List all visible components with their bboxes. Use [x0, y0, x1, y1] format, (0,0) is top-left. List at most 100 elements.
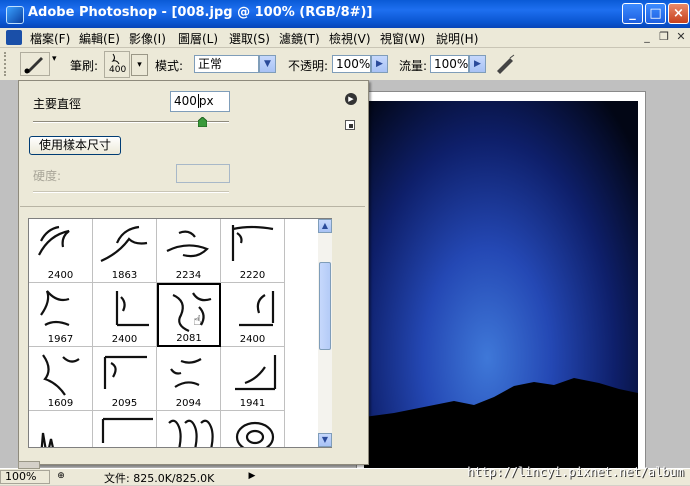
brush-shape-thumbnail: [115, 291, 149, 327]
new-preset-icon[interactable]: [345, 120, 355, 130]
scroll-down-button[interactable]: ▼: [318, 433, 332, 447]
tool-preset-arrow-icon[interactable]: ▾: [52, 54, 60, 64]
brush-shape-thumbnail: [166, 230, 209, 258]
brush-label: 筆刷:: [70, 59, 99, 73]
brush-shape-thumbnail: [38, 225, 70, 256]
opacity-slider-button[interactable]: ▶: [371, 55, 388, 73]
opacity-input[interactable]: 100%: [332, 55, 371, 73]
brush-preset-cell[interactable]: 2095: [93, 347, 157, 411]
brush-preset-cell[interactable]: 2400: [29, 219, 93, 283]
menu-help[interactable]: 說明(H): [436, 30, 478, 47]
minimize-button[interactable]: _: [622, 3, 643, 24]
brush-shape-thumbnail: [103, 355, 147, 389]
hill-silhouette-image: [364, 378, 638, 468]
brush-preset-cell[interactable]: 2234: [157, 219, 221, 283]
brush-preset-cell[interactable]: 2220: [221, 219, 285, 283]
brush-shape-thumbnail: [231, 225, 274, 261]
brush-shape-thumbnail: [40, 290, 70, 327]
brush-shape-thumbnail: [170, 358, 202, 388]
brush-shape-thumbnail: [101, 417, 153, 443]
diameter-unit: px: [198, 94, 214, 108]
doc-restore-icon[interactable]: ❐: [657, 30, 671, 44]
brush-preset-cell[interactable]: 1941: [221, 347, 285, 411]
brush-size-text: 400: [109, 65, 127, 75]
menu-view[interactable]: 檢視(V): [329, 30, 371, 47]
brush-size-label: 2220: [239, 270, 266, 281]
brush-preset-cell[interactable]: 1863: [93, 219, 157, 283]
brush-preset-cell[interactable]: 1609: [29, 347, 93, 411]
brush-preview[interactable]: 400: [104, 51, 130, 78]
brush-shape-thumbnail: [100, 225, 148, 263]
watermark-url: http://lincyi.pixnet.net/album: [467, 465, 684, 479]
brush-tool-preset-icon[interactable]: [20, 52, 50, 76]
close-button[interactable]: ×: [668, 3, 689, 24]
brush-size-label: 1863: [111, 270, 138, 281]
flow-input[interactable]: 100%: [430, 55, 469, 73]
panel-menu-arrow-icon[interactable]: ▶: [345, 93, 357, 105]
diameter-value: 400: [174, 94, 197, 108]
canvas-image[interactable]: [364, 101, 638, 468]
brush-preset-cell[interactable]: [93, 411, 157, 447]
zoom-field[interactable]: 100%: [0, 470, 50, 484]
brush-shape-thumbnail: [42, 354, 80, 396]
brush-size-label: 2400: [111, 334, 138, 345]
brush-size-label: 2400: [239, 334, 266, 345]
brush-size-label: 1609: [47, 398, 74, 409]
airbrush-icon[interactable]: [494, 53, 518, 75]
status-arrow-icon[interactable]: ▶: [246, 470, 258, 483]
menu-filter[interactable]: 濾鏡(T): [279, 30, 320, 47]
brush-preset-cell[interactable]: 2400: [93, 283, 157, 347]
menu-edit[interactable]: 編輯(E): [79, 30, 120, 47]
scroll-up-button[interactable]: ▲: [318, 219, 332, 233]
title-bar: Adobe Photoshop - [008.jpg @ 100% (RGB/8…: [0, 0, 690, 28]
brush-preset-cell[interactable]: 2081 ☝: [157, 283, 221, 347]
menu-window[interactable]: 視窗(W): [380, 30, 425, 47]
hardness-label: 硬度:: [33, 169, 62, 183]
mode-select[interactable]: 正常: [194, 55, 259, 73]
window-title: Adobe Photoshop - [008.jpg @ 100% (RGB/8…: [28, 5, 373, 20]
menu-select[interactable]: 選取(S): [229, 30, 270, 47]
doc-minimize-icon[interactable]: _: [640, 30, 654, 44]
menu-file[interactable]: 檔案(F): [30, 30, 70, 47]
use-sample-size-button[interactable]: 使用樣本尺寸: [29, 136, 121, 155]
brush-size-label: 2094: [175, 398, 202, 409]
brush-shape-thumbnail: [172, 292, 212, 333]
status-menu-icon[interactable]: ⊕: [54, 471, 68, 483]
brush-preset-cell[interactable]: [221, 411, 285, 447]
brush-shape-thumbnail: [239, 291, 275, 327]
menu-layer[interactable]: 圖層(L): [178, 30, 218, 47]
opacity-label: 不透明:: [288, 59, 329, 73]
hardness-slider-track: [33, 191, 229, 193]
brush-preset-cell[interactable]: 1967: [29, 283, 93, 347]
brush-preset-cell[interactable]: 2400: [221, 283, 285, 347]
diameter-label: 主要直徑: [33, 97, 82, 111]
mode-label: 模式:: [155, 59, 184, 73]
flow-slider-button[interactable]: ▶: [469, 55, 486, 73]
panel-divider: [20, 206, 365, 207]
brush-preset-cell[interactable]: 2094: [157, 347, 221, 411]
diameter-slider-thumb[interactable]: [197, 116, 208, 128]
doc-close-icon[interactable]: ✕: [674, 30, 688, 44]
document-icon[interactable]: [6, 30, 22, 45]
hscroll-left[interactable]: [18, 461, 40, 469]
menu-image[interactable]: 影像(I): [129, 30, 166, 47]
hand-cursor-icon: ☝: [193, 313, 202, 329]
flow-label: 流量:: [399, 59, 428, 73]
options-bar: ▾ 筆刷: 400 ▾ 模式: 正常 ▼ 不透明: 100% ▶ 流量: 100…: [0, 48, 690, 81]
brush-preset-cell[interactable]: [29, 411, 93, 447]
maximize-button[interactable]: □: [645, 3, 666, 24]
brush-shape-thumbnail: [235, 355, 277, 391]
brush-picker-toggle[interactable]: ▾: [131, 54, 148, 76]
mode-dropdown-icon[interactable]: ▼: [259, 55, 276, 73]
menu-bar: 檔案(F) 編輯(E) 影像(I) 圖層(L) 選取(S) 濾鏡(T) 檢視(V…: [0, 28, 690, 48]
diameter-input[interactable]: 400 px: [170, 91, 230, 112]
photoshop-app-icon[interactable]: [6, 6, 24, 24]
brush-shape-thumbnail: [168, 419, 214, 447]
scroll-thumb[interactable]: [319, 262, 331, 350]
grip-handle[interactable]: [4, 52, 12, 76]
brush-size-label: 2400: [47, 270, 74, 281]
brush-shape-thumbnail: [235, 421, 275, 447]
brush-thumbnail-grid: 2400 1863 2234 2220 1967 2400 2081 ☝ 2400 1609 209…: [28, 218, 332, 448]
brush-size-label: 1967: [47, 334, 74, 345]
brush-preset-cell[interactable]: [157, 411, 221, 447]
